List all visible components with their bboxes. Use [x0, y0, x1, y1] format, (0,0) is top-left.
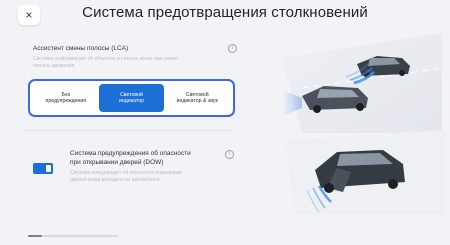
- lca-option-off[interactable]: Без предупреждения: [33, 84, 99, 112]
- page-indicator: [28, 235, 118, 237]
- toggle-knob: [46, 165, 51, 172]
- dow-illustration: [285, 130, 445, 215]
- dow-description: Система предупредит об опасности открыва…: [70, 170, 183, 183]
- page-title: Система предотвращения столкновений: [82, 4, 368, 21]
- dow-toggle[interactable]: [33, 163, 53, 174]
- info-icon[interactable]: i: [225, 150, 234, 159]
- section-divider: [24, 130, 234, 131]
- lca-description: Система информирует об объектах в слепых…: [33, 56, 178, 69]
- lca-option-light-sound[interactable]: Световой индикатор & звук: [164, 84, 230, 112]
- settings-page: × Система предотвращения столкновений Ас…: [0, 0, 450, 245]
- lca-illustration: [282, 33, 442, 133]
- lca-option-light[interactable]: Световой индикатор: [98, 84, 165, 112]
- lca-title: Ассистент смены полосы (LCA): [33, 45, 129, 52]
- page-indicator-fill: [28, 235, 42, 237]
- info-icon[interactable]: i: [228, 44, 237, 53]
- dow-title: Система предупреждения об опасности при …: [70, 150, 191, 166]
- lca-mode-selector: Без предупреждения Световой индикатор Свет…: [28, 79, 235, 117]
